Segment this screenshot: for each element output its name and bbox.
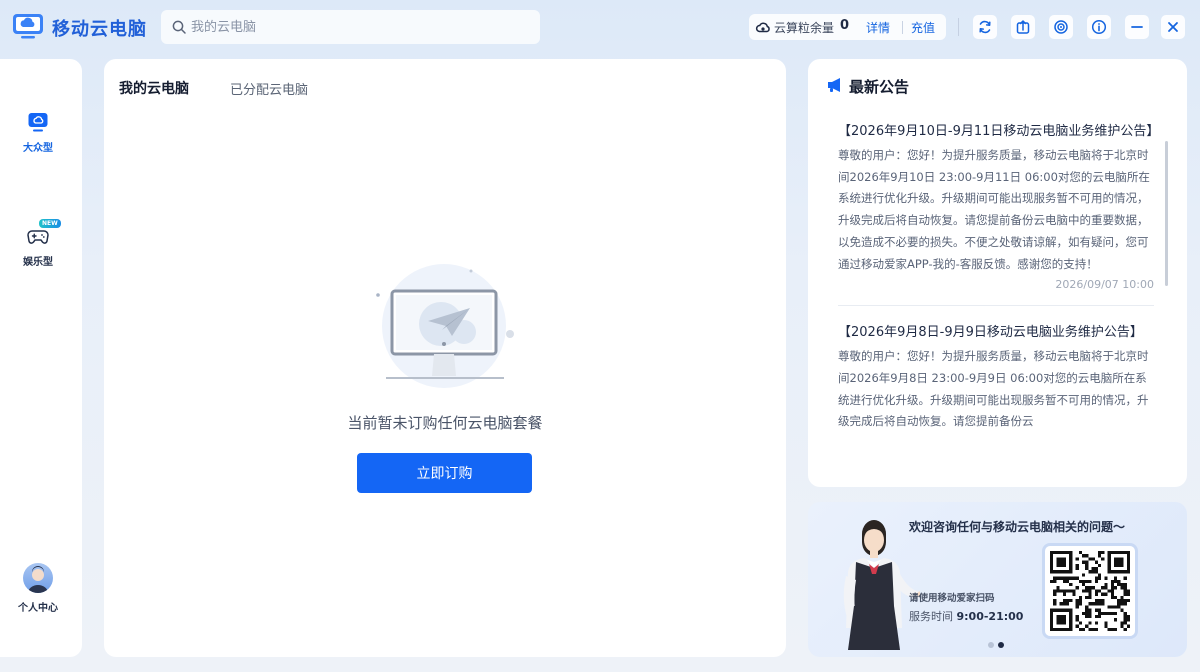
- settings-icon: [1054, 20, 1068, 34]
- service-hours-label: 服务时间: [909, 610, 953, 623]
- announcement-divider: [838, 305, 1154, 307]
- nav-item-standard[interactable]: 大众型: [0, 111, 76, 154]
- search-box[interactable]: [161, 10, 540, 44]
- minimize-icon: [1131, 26, 1143, 28]
- announcement-item[interactable]: 【2026年9月10日-9月11日移动云电脑业务维护公告】 尊敬的用户：您好！为…: [838, 121, 1160, 292]
- service-banner: 欢迎咨询任何与移动云电脑相关的问题～ 请使用移动爱家扫码 服务时间 9:00-2…: [808, 502, 1187, 657]
- qr-code-frame: [1042, 543, 1138, 639]
- subscribe-button[interactable]: 立即订购: [357, 453, 532, 493]
- refresh-icon: [979, 20, 991, 34]
- banner-scan-hint: 请使用移动爱家扫码: [909, 593, 995, 604]
- search-input[interactable]: [191, 10, 531, 44]
- banner-page-dot-active[interactable]: [998, 642, 1004, 648]
- recharge-link[interactable]: 充值: [911, 19, 935, 36]
- balance-value: 0: [840, 18, 850, 33]
- balance-label: 云算粒余量: [774, 21, 835, 35]
- user-avatar-icon: [28, 566, 48, 593]
- announcement-list[interactable]: 【2026年9月10日-9月11日移动云电脑业务维护公告】 尊敬的用户：您好！为…: [838, 121, 1160, 433]
- megaphone-icon: [828, 78, 840, 92]
- balance-pill: 云算粒余量 0 详情 充值: [749, 14, 946, 40]
- customer-service-staff-image: [843, 520, 920, 650]
- title-bar: 移动云电脑 云算粒余量 0 详情 充值: [0, 0, 1200, 56]
- gamepad-icon: [27, 230, 49, 244]
- announcement-item-title: 【2026年9月8日-9月9日移动云电脑业务维护公告】: [838, 325, 1143, 341]
- left-nav: 大众型 NEW 娱乐型 个人中心: [0, 59, 82, 657]
- qr-code-image: [1050, 551, 1130, 631]
- avatar: [23, 563, 53, 593]
- empty-state-illustration: [376, 264, 514, 388]
- cloud-coin-icon: [755, 22, 770, 33]
- monitor-cloud-icon: [28, 113, 48, 132]
- app-title: 移动云电脑: [52, 19, 147, 40]
- new-badge: NEW: [39, 219, 61, 228]
- close-button[interactable]: [1161, 15, 1185, 39]
- announcement-item-date: 2026/09/07 10:00: [1055, 278, 1154, 292]
- empty-state-text: 当前暂未订购任何云电脑套餐: [347, 414, 543, 432]
- tab-assigned-cloud-pc[interactable]: 已分配云电脑: [230, 79, 308, 98]
- nav-item-entertainment[interactable]: NEW 娱乐型: [0, 219, 76, 268]
- nav-item-profile[interactable]: 个人中心: [0, 563, 76, 614]
- settings-button[interactable]: [1049, 15, 1073, 39]
- service-hours: 服务时间 9:00-21:00: [909, 608, 1023, 624]
- announcement-item[interactable]: 【2026年9月8日-9月9日移动云电脑业务维护公告】 尊敬的用户：您好！为提升…: [838, 322, 1154, 433]
- close-icon: [1168, 22, 1178, 32]
- toolbar-divider: [958, 18, 959, 36]
- banner-title: 欢迎咨询任何与移动云电脑相关的问题～: [909, 520, 1126, 534]
- announcement-scrollbar[interactable]: [1165, 141, 1168, 286]
- nav-label-entertainment: 娱乐型: [23, 257, 53, 268]
- announcement-title: 最新公告: [849, 78, 910, 96]
- refresh-button[interactable]: [973, 15, 997, 39]
- info-icon: [1091, 19, 1107, 35]
- detail-link[interactable]: 详情: [866, 19, 890, 36]
- search-icon: [172, 20, 186, 34]
- announcement-item-body: 尊敬的用户：您好！为提升服务质量，移动云电脑将于北京时间2026年9月8日 23…: [838, 349, 1149, 429]
- announcement-panel: 最新公告 【2026年9月10日-9月11日移动云电脑业务维护公告】 尊敬的用户…: [808, 59, 1187, 487]
- share-icon: [1016, 20, 1030, 34]
- announcement-item-title: 【2026年9月10日-9月11日移动云电脑业务维护公告】: [838, 124, 1160, 139]
- app-logo-icon: [13, 14, 43, 39]
- share-button[interactable]: [1011, 15, 1035, 39]
- announcement-item-body: 尊敬的用户：您好！为提升服务质量，移动云电脑将于北京时间2026年9月10日 2…: [838, 148, 1150, 271]
- service-hours-value: 9:00-21:00: [956, 610, 1024, 623]
- tab-my-cloud-pc[interactable]: 我的云电脑: [119, 78, 189, 98]
- pill-divider: [902, 21, 903, 34]
- nav-label-profile: 个人中心: [18, 603, 58, 614]
- banner-page-dot[interactable]: [988, 642, 994, 648]
- main-panel: 我的云电脑 已分配云电脑 当前暂未订购任何云电脑套餐 立即订购: [104, 59, 786, 657]
- nav-label-standard: 大众型: [23, 143, 53, 154]
- minimize-button[interactable]: [1125, 15, 1149, 39]
- info-button[interactable]: [1087, 15, 1111, 39]
